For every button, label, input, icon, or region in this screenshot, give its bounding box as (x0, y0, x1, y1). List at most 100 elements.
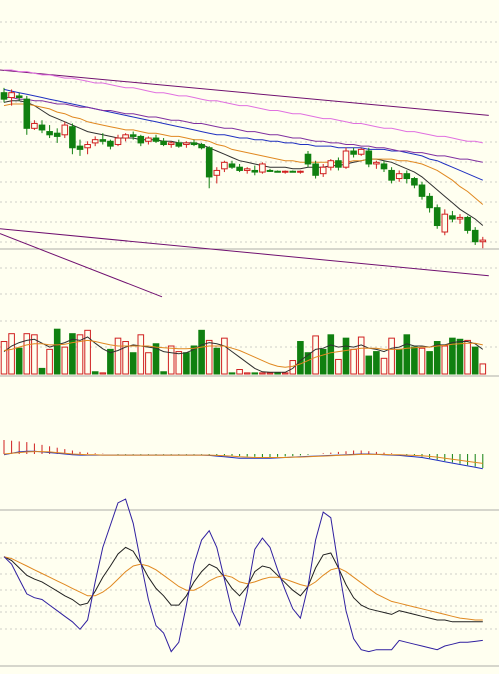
volume-bar (266, 372, 274, 375)
candle-body (38, 124, 46, 131)
volume-bar (53, 328, 61, 375)
candle-body (160, 140, 167, 146)
candle-body (380, 163, 388, 170)
volume-bar (426, 351, 433, 375)
candle-body (183, 142, 190, 146)
volume-bar (251, 372, 259, 375)
candle-body (464, 216, 471, 231)
volume-bar (114, 337, 122, 375)
volume-bar (15, 347, 23, 375)
volume-bar (373, 351, 380, 375)
candle-body (274, 170, 281, 173)
candle-body (357, 148, 365, 155)
volume-bar (327, 334, 335, 375)
volume-bar (259, 372, 266, 375)
volume-bar (91, 371, 99, 375)
candle-body (281, 170, 289, 173)
candle-body (312, 163, 319, 176)
volume-bar (441, 345, 449, 375)
candle-body (411, 178, 418, 186)
candle-body (205, 147, 213, 178)
candle-body (319, 166, 327, 175)
volume-bar (99, 372, 107, 375)
candle-body (15, 95, 23, 99)
candle-body (471, 229, 479, 243)
candle-body (221, 161, 228, 170)
candle-body (365, 150, 373, 165)
volume-bar (274, 372, 281, 375)
volume-bar (221, 337, 228, 375)
candle-body (23, 98, 31, 129)
volume-bar (137, 334, 145, 375)
volume-bar (175, 351, 183, 375)
candle-body (289, 170, 297, 173)
volume-bar (388, 337, 395, 375)
volume-bar (418, 347, 426, 375)
volume-bar (479, 363, 487, 375)
volume-bar (335, 358, 342, 375)
candle-body (8, 92, 15, 99)
volume-bar (167, 345, 175, 375)
candle-body (259, 163, 266, 173)
candle-body (251, 169, 259, 173)
candle-body (167, 142, 175, 146)
candle-body (388, 169, 395, 181)
volume-bar (411, 346, 418, 375)
candle-body (76, 145, 84, 150)
candle-body (426, 195, 433, 209)
stock-chart (0, 0, 499, 674)
candle-body (433, 207, 441, 227)
candle-body (198, 144, 205, 149)
candle-body (129, 134, 137, 137)
candle-body (403, 173, 411, 180)
candle-body (243, 168, 251, 171)
volume-bar (297, 341, 304, 375)
candle-body (46, 131, 53, 136)
volume-bar (350, 348, 357, 375)
volume-bar (145, 352, 152, 375)
candle-body (190, 142, 198, 146)
candle-body (342, 150, 350, 168)
candle-body (213, 169, 221, 176)
candle-body (449, 215, 456, 220)
volume-bar (213, 347, 221, 375)
candle-body (441, 213, 449, 233)
volume-bar (8, 333, 15, 375)
volume-bar (61, 346, 69, 375)
candle-body (266, 169, 274, 172)
volume-bar (0, 341, 8, 375)
volume-bar (312, 335, 319, 375)
chart-canvas (0, 0, 499, 674)
volume-bar (160, 371, 167, 375)
volume-bar (198, 329, 205, 375)
candle-body (114, 137, 122, 146)
volume-bar (183, 352, 190, 375)
candle-body (175, 142, 183, 147)
volume-bar (357, 336, 365, 375)
volume-bar (46, 348, 53, 375)
volume-bar (129, 352, 137, 375)
candle-body (91, 139, 99, 144)
volume-bar (228, 372, 236, 375)
volume-bar (319, 348, 327, 375)
candle-body (228, 163, 236, 168)
candle-body (152, 137, 160, 142)
candle-body (107, 140, 114, 147)
candle-body (53, 132, 61, 137)
volume-bar (236, 369, 243, 375)
volume-bar (342, 337, 350, 375)
candle-body (479, 239, 487, 243)
volume-bar (403, 334, 411, 375)
volume-bar (289, 360, 297, 375)
candle-body (327, 160, 335, 168)
volume-bar (471, 346, 479, 375)
volume-bar (243, 372, 251, 375)
candle-body (31, 122, 38, 129)
candle-body (335, 160, 342, 168)
candle-body (122, 134, 129, 139)
candle-body (99, 139, 107, 142)
candle-body (395, 173, 403, 180)
volume-bar (380, 357, 388, 375)
candle-body (69, 126, 76, 149)
candle-body (297, 170, 304, 173)
